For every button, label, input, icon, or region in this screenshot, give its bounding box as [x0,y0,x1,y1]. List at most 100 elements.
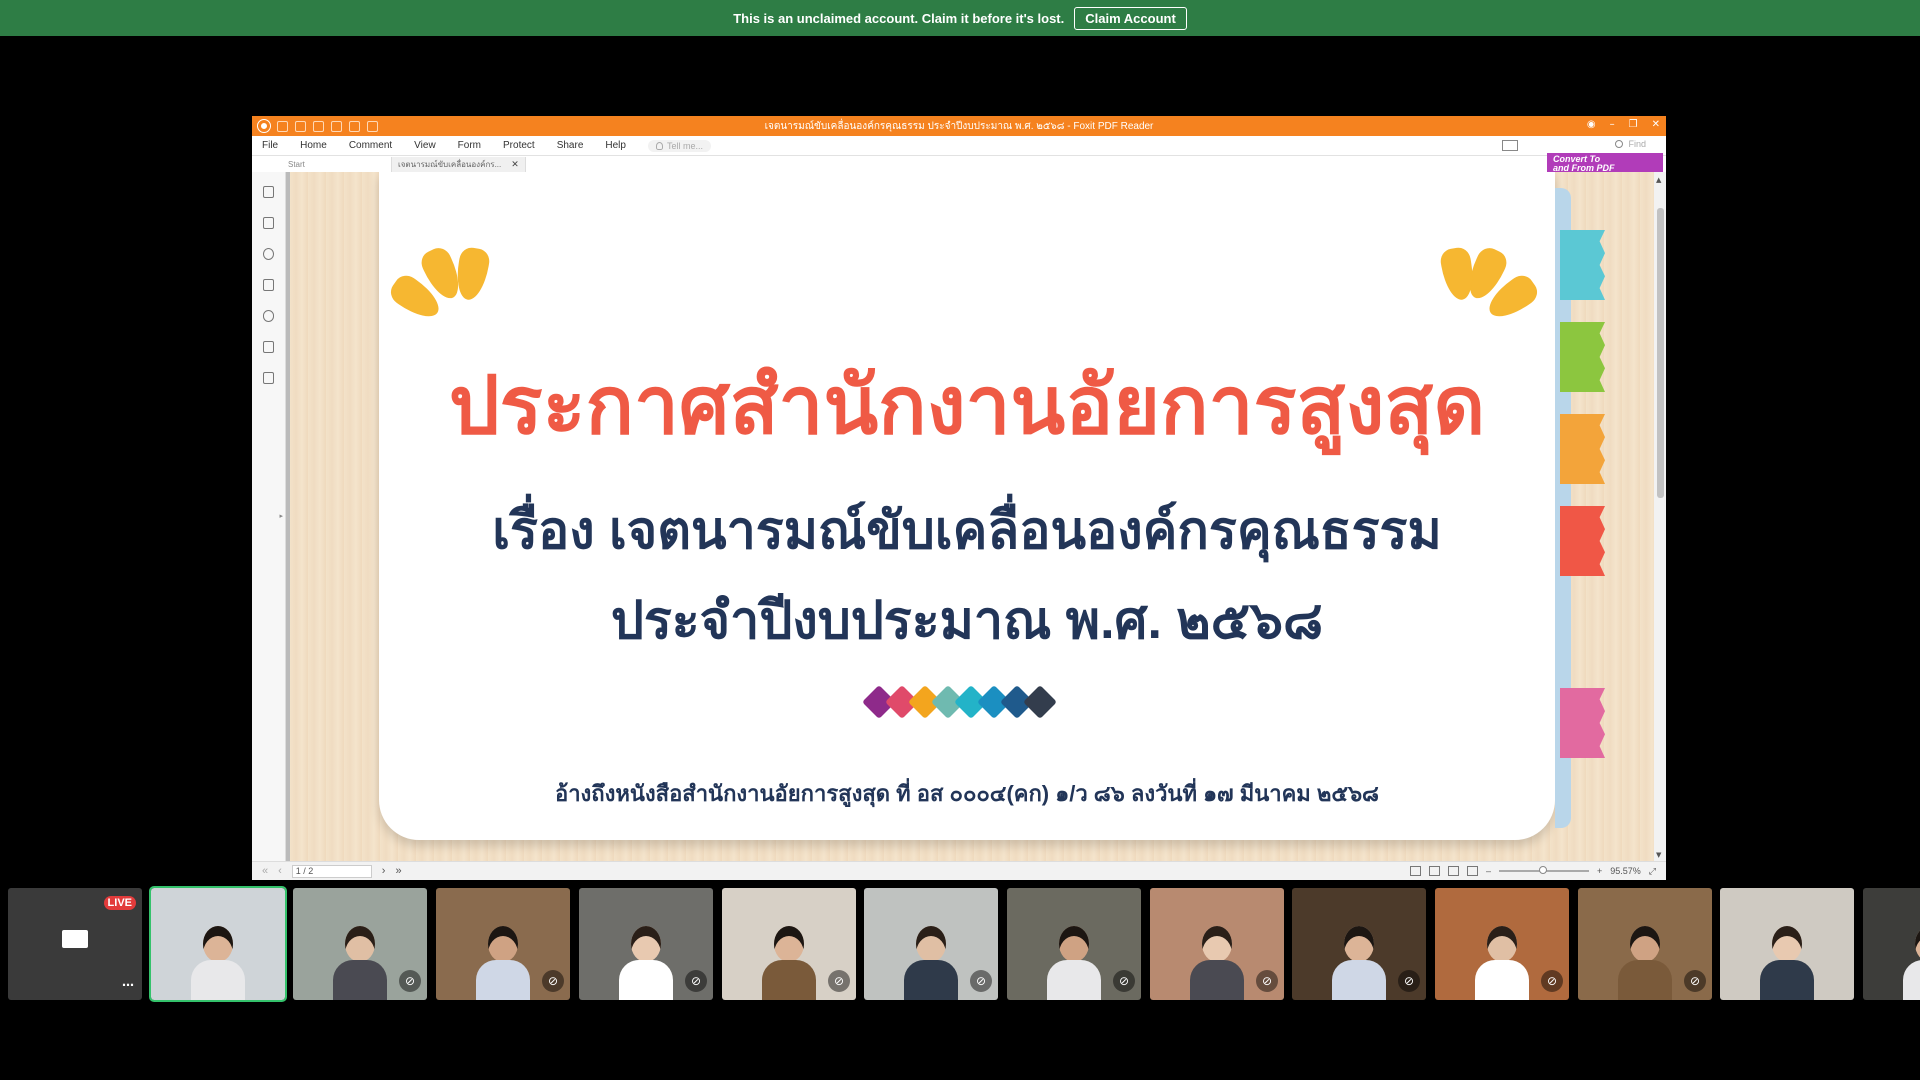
menu-help[interactable]: Help [605,140,626,151]
color-tab-flag [1560,506,1605,576]
hand-tool-icon[interactable] [367,120,378,132]
find-box[interactable]: Find [1615,139,1646,149]
participant-tile[interactable]: ⊘ [1150,888,1284,1000]
screen-share-tile[interactable]: LIVE ⋯ [8,888,142,1000]
participant-video [762,926,816,1000]
menu-comment[interactable]: Comment [349,140,392,151]
slide-reference: อ้างถึงหนังสือสำนักงานอัยการสูงสุด ที่ อ… [554,781,1380,806]
open-icon[interactable] [277,120,288,132]
print-icon[interactable] [313,120,324,132]
menu-form[interactable]: Form [458,140,481,151]
zoom-knob[interactable] [1539,866,1547,874]
close-window-icon[interactable]: ✕ [1652,119,1660,130]
zoom-out-icon[interactable]: – [1486,866,1491,876]
lightbulb-icon [655,141,663,150]
participant-tile[interactable]: ⊘ [293,888,427,1000]
slide-subtitle-line2: ประจำปีงบประมาณ พ.ศ. ๒๕๖๘ [610,592,1324,650]
menu-view[interactable]: View [414,140,436,151]
participant-tile[interactable] [149,886,287,1002]
participant-video [1475,926,1529,1000]
claim-banner: This is an unclaimed account. Claim it b… [0,0,1920,36]
comments-icon[interactable] [263,248,274,260]
participant-video [1618,926,1672,1000]
continuous-icon[interactable] [1428,866,1440,876]
menu-share[interactable]: Share [557,140,584,151]
participant-tile[interactable]: ⊘ [1863,888,1920,1000]
mic-muted-icon: ⊘ [1541,970,1563,992]
tell-me-box[interactable]: Tell me... [647,139,711,152]
scroll-down-icon[interactable]: ▼ [1656,851,1661,859]
single-page-icon[interactable] [1409,866,1421,876]
undo-icon[interactable] [331,120,342,132]
mic-muted-icon: ⊘ [685,970,707,992]
participant-tile[interactable]: ⊘ [1007,888,1141,1000]
tab-document[interactable]: เจตนารมณ์ขับเคลื่อนองค์กร... ✕ [392,157,526,172]
find-placeholder: Find [1628,139,1646,149]
account-icon[interactable]: ◉ [1587,119,1596,130]
mic-muted-icon: ⊘ [828,970,850,992]
fullscreen-icon[interactable]: ⤢ [1649,866,1656,877]
participant-tile[interactable]: ⊘ [1578,888,1712,1000]
save-icon[interactable] [295,120,306,132]
slide-subtitle-line1: เรื่อง เจตนารมณ์ขับเคลื่อนองค์กรคุณธรรม [492,502,1442,560]
participant-video [619,926,673,1000]
cover-facing-icon[interactable] [1466,866,1478,876]
redo-icon[interactable] [349,120,360,132]
prev-page-icon[interactable]: ‹ [278,865,282,877]
participant-tile[interactable]: ⊘ [1435,888,1569,1000]
tab-start-label: Start [288,160,305,169]
color-tab-flag [1560,322,1605,392]
banner-message: This is an unclaimed account. Claim it b… [733,10,1065,26]
participant-tile[interactable]: ⊘ [722,888,856,1000]
bookmark-icon[interactable] [263,186,274,198]
title-bar: เจตนารมณ์ขับเคลื่อนองค์กรคุณธรรม ประจำปี… [252,116,1666,136]
scroll-thumb[interactable] [1657,208,1664,498]
security-icon[interactable] [263,341,274,353]
participant-tile[interactable]: ⊘ [436,888,570,1000]
zoom-controls: – + 95.57% ⤢ [1409,866,1656,877]
scroll-up-icon[interactable]: ▲ [1656,176,1661,184]
more-options-icon[interactable]: ⋯ [122,978,134,992]
mic-muted-icon: ⊘ [399,970,421,992]
participant-tile[interactable]: ⊘ [1292,888,1426,1000]
last-page-icon[interactable]: » [395,865,401,877]
layers-icon[interactable] [263,279,274,291]
tell-me-placeholder: Tell me... [666,140,703,151]
zoom-level[interactable]: 95.57% [1610,866,1641,876]
panel-expand-icon[interactable]: ▸ [279,512,283,520]
participant-tile[interactable] [1720,888,1854,1000]
participant-video [1190,926,1244,1000]
diamond-shape [1023,685,1057,719]
menu-home[interactable]: Home [300,140,327,151]
first-page-icon[interactable]: « [262,865,268,877]
close-tab-icon[interactable]: ✕ [511,159,519,170]
mic-muted-icon: ⊘ [1398,970,1420,992]
vertical-scrollbar[interactable]: ▲ ▼ [1654,172,1666,861]
menu-bar: File Home Comment View Form Protect Shar… [252,136,1666,156]
zoom-in-icon[interactable]: + [1597,866,1602,876]
foxit-logo-icon [257,119,271,133]
signature-icon[interactable] [263,372,274,384]
minimize-icon[interactable]: – [1610,119,1615,130]
tab-start[interactable]: Start [282,157,392,172]
menu-protect[interactable]: Protect [503,140,535,151]
facing-icon[interactable] [1447,866,1459,876]
document-tab-bar: Start เจตนารมณ์ขับเคลื่อนองค์กร... ✕ Con… [252,153,1666,175]
next-page-icon[interactable]: › [382,865,386,877]
pages-icon[interactable] [263,217,274,229]
participant-tile[interactable]: ⊘ [579,888,713,1000]
search-icon [1615,140,1624,148]
claim-account-button[interactable]: Claim Account [1074,6,1187,30]
participant-tile[interactable]: ⊘ [864,888,998,1000]
restore-icon[interactable]: ❐ [1629,119,1638,130]
menu-file[interactable]: File [262,140,278,151]
zoom-slider[interactable] [1499,866,1589,874]
live-badge: LIVE [103,896,136,910]
attachment-icon[interactable] [263,310,274,322]
left-panel: ▸ [252,172,286,861]
view-mode-icon[interactable] [1502,140,1518,151]
color-tab-flag [1560,230,1605,300]
status-bar: « ‹ 1 / 2 › » – + 95.57% ⤢ [252,861,1666,880]
work-area: ▸ ประกาศสำนักงานอัยการสูงสุด เรื่อง เจตน… [252,172,1666,861]
page-number-input[interactable]: 1 / 2 [291,864,372,878]
